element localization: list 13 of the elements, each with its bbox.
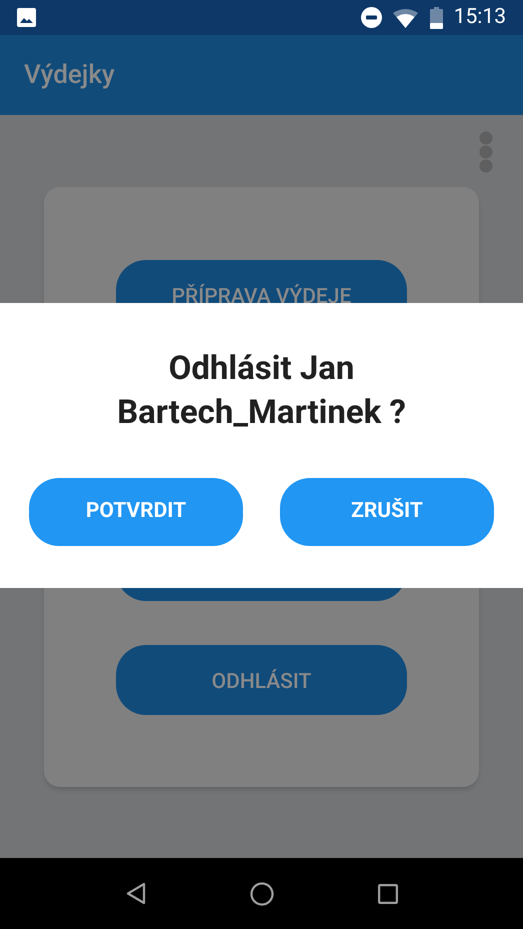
menu-button[interactable]: ODHLÁSIT: [116, 645, 407, 715]
home-icon[interactable]: [250, 882, 274, 906]
image-icon: [17, 8, 36, 27]
wifi-icon: [392, 8, 418, 28]
battery-icon: [430, 6, 443, 28]
recents-icon[interactable]: [378, 884, 398, 904]
dialog-button[interactable]: POTVRDIT: [29, 478, 243, 546]
back-icon[interactable]: [126, 882, 146, 905]
do-not-disturb-icon: [360, 7, 382, 28]
app-title: Výdejky: [24, 58, 115, 92]
status-time: 15:13: [454, 4, 506, 31]
dialog-button[interactable]: ZRUŠIT: [280, 478, 494, 546]
dialog-title: Odhlásit Jan Bartech_Martinek ?: [116, 348, 407, 434]
